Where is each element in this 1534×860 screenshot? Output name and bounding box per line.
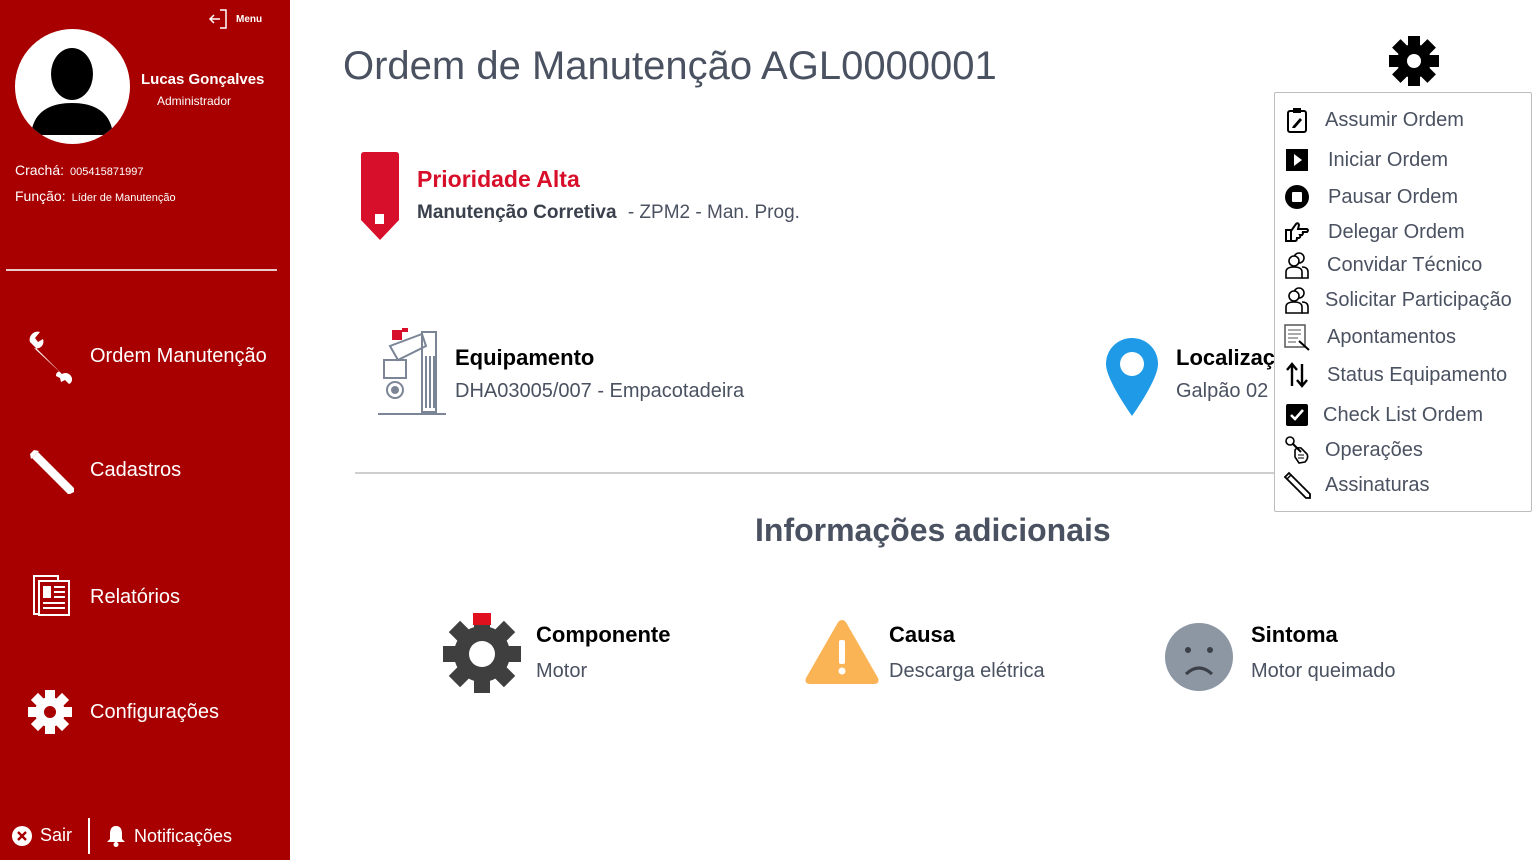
operations-icon: [1283, 436, 1311, 464]
cause-label: Causa: [889, 622, 956, 647]
actions-gear-button[interactable]: [1388, 35, 1440, 87]
menu-item-label: Assinaturas: [1325, 473, 1430, 496]
priority-subtitle: Manutenção Corretiva - ZPM2 - Man. Prog.: [417, 202, 800, 224]
location-pin-icon: [1106, 338, 1158, 416]
menu-item-convidar-tecnico[interactable]: Convidar Técnico: [1283, 251, 1482, 279]
menu-item-label: Assumir Ordem: [1325, 108, 1464, 131]
location-value: Galpão 02: [1176, 380, 1269, 402]
menu-toggle-button[interactable]: Menu: [208, 8, 262, 30]
logout-button[interactable]: Sair: [12, 825, 72, 846]
menu-item-operacoes[interactable]: Operações: [1283, 436, 1423, 464]
function-label: Função:: [15, 188, 66, 204]
play-icon: [1283, 146, 1311, 174]
symptom-label: Sintoma: [1251, 622, 1338, 647]
section-divider: [355, 472, 1285, 474]
bottom-separator: [88, 818, 90, 854]
symptom-value: Motor queimado: [1251, 660, 1396, 682]
menu-item-label: Apontamentos: [1327, 325, 1456, 348]
menu-item-assinaturas[interactable]: Assinaturas: [1283, 471, 1430, 499]
nav-item-relatorios[interactable]: Relatórios: [20, 567, 180, 627]
nav-label-ordem-manutencao: Ordem Manutenção: [90, 344, 267, 367]
menu-item-label: Check List Ordem: [1323, 403, 1484, 426]
badge-label: Crachá:: [15, 162, 65, 178]
warning-icon: [805, 620, 879, 684]
additional-info-title: Informações adicionais: [755, 512, 1111, 548]
component-gear-icon: [443, 613, 521, 693]
gear-icon: [20, 682, 80, 742]
logout-label: Sair: [40, 825, 73, 845]
menu-exit-icon: [208, 9, 227, 29]
user-request-icon: [1283, 286, 1311, 314]
sidebar-bottom-bar: Sair Notificações: [0, 815, 290, 860]
user-role: Administrador: [157, 94, 232, 108]
maintenance-detail: - ZPM2 - Man. Prog.: [622, 202, 800, 223]
component-label: Componente: [536, 622, 671, 647]
menu-item-iniciar-ordem[interactable]: Iniciar Ordem: [1283, 146, 1448, 174]
nav-label-configuracoes: Configurações: [90, 700, 219, 723]
close-circle-icon: [12, 825, 32, 846]
menu-item-delegar-ordem[interactable]: Delegar Ordem: [1283, 218, 1465, 246]
badge-value: 005415871997: [70, 166, 144, 178]
component-value: Motor: [536, 660, 588, 682]
user-invite-icon: [1283, 251, 1311, 279]
actions-dropdown-menu: Assumir Ordem Iniciar Ordem Pausar Ordem…: [1274, 92, 1532, 512]
nav-label-cadastros: Cadastros: [90, 458, 182, 481]
nav-item-configuracoes[interactable]: Configurações: [20, 682, 219, 742]
location-label: Localizaç: [1176, 345, 1276, 370]
menu-item-status-equipamento[interactable]: Status Equipamento: [1283, 361, 1507, 389]
priority-title: Prioridade Alta: [417, 166, 580, 192]
cause-value: Descarga elétrica: [889, 660, 1045, 682]
menu-item-label: Pausar Ordem: [1328, 185, 1459, 208]
notifications-label: Notificações: [134, 825, 233, 846]
stop-icon: [1283, 183, 1311, 211]
robot-arm-icon: [378, 328, 446, 415]
equipment-value: DHA03005/007 - Empacotadeira: [455, 380, 745, 402]
user-silhouette-icon: [31, 48, 113, 135]
sad-face-icon: [1165, 623, 1233, 691]
bell-icon: [107, 826, 125, 847]
hand-point-icon: [1283, 218, 1311, 246]
nav-label-relatorios: Relatórios: [90, 585, 181, 608]
sidebar-divider: [6, 269, 277, 271]
menu-item-label: Operações: [1325, 438, 1423, 461]
menu-item-assumir-ordem[interactable]: Assumir Ordem: [1283, 106, 1464, 134]
arrows-updown-icon: [1283, 361, 1311, 389]
badge-row: Crachá: 005415871997: [15, 162, 143, 178]
menu-label: Menu: [236, 13, 263, 25]
menu-item-check-list-ordem[interactable]: Check List Ordem: [1283, 401, 1483, 429]
menu-item-solicitar-participacao[interactable]: Solicitar Participação: [1283, 286, 1512, 314]
equipment-label: Equipamento: [455, 345, 595, 370]
clipboard-edit-icon: [1283, 106, 1311, 134]
menu-item-label: Status Equipamento: [1327, 363, 1508, 386]
nav-item-cadastros[interactable]: Cadastros: [20, 440, 181, 500]
function-value: Líder de Manutenção: [71, 192, 176, 204]
menu-item-label: Convidar Técnico: [1327, 253, 1483, 276]
notes-icon: [1283, 323, 1311, 351]
nav-item-ordem-manutencao[interactable]: Ordem Manutenção: [20, 326, 267, 386]
pencil-icon: [20, 440, 80, 500]
menu-item-apontamentos[interactable]: Apontamentos: [1283, 323, 1456, 351]
notifications-button[interactable]: Notificações: [106, 825, 232, 847]
menu-item-label: Iniciar Ordem: [1328, 148, 1449, 171]
menu-item-pausar-ordem[interactable]: Pausar Ordem: [1283, 183, 1458, 211]
sidebar: Menu Lucas Gonçalves Administrador Crach…: [0, 0, 290, 860]
avatar: [15, 29, 130, 144]
wrench-icon: [20, 326, 80, 386]
priority-flag-icon: [361, 152, 399, 240]
gear-icon: [1389, 36, 1439, 86]
function-row: Função: Líder de Manutenção: [15, 188, 176, 204]
menu-item-label: Solicitar Participação: [1325, 288, 1512, 311]
menu-item-label: Delegar Ordem: [1328, 220, 1465, 243]
pen-icon: [1283, 471, 1311, 499]
page-title: Ordem de Manutenção AGL0000001: [343, 44, 997, 88]
user-name: Lucas Gonçalves: [141, 71, 265, 88]
maintenance-type: Manutenção Corretiva: [417, 202, 617, 223]
checkbox-icon: [1283, 401, 1311, 429]
reports-icon: [20, 567, 80, 627]
